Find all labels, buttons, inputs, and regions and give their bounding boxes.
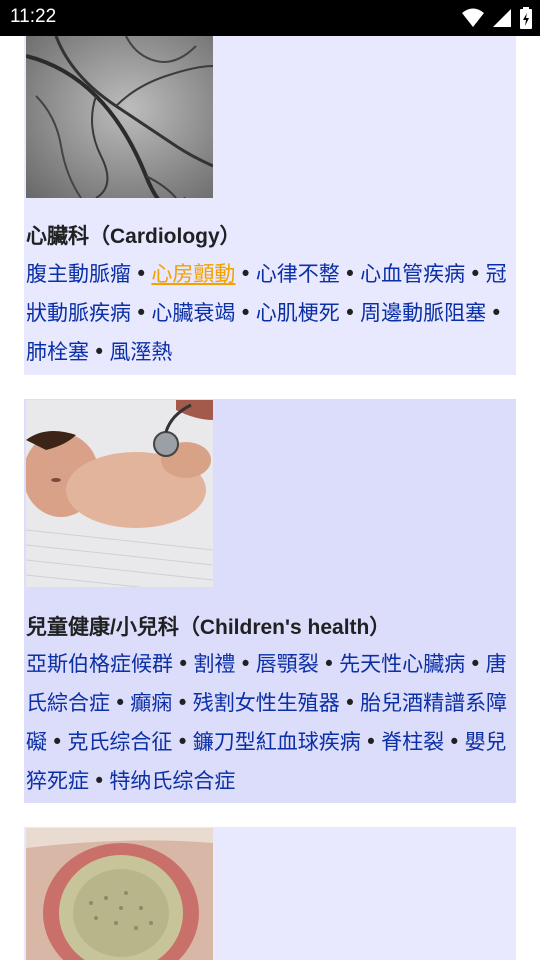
section-card-next bbox=[24, 827, 516, 960]
bullet-separator: • bbox=[490, 301, 503, 325]
bullet-separator: • bbox=[239, 262, 252, 286]
topic-link[interactable]: 亞斯伯格症候群 bbox=[26, 652, 173, 676]
topic-link[interactable]: 克氏综合征 bbox=[67, 730, 172, 754]
status-time: 11:22 bbox=[10, 6, 57, 27]
bullet-separator: • bbox=[51, 730, 64, 754]
bullet-separator: • bbox=[176, 730, 189, 754]
topic-link[interactable]: 鐮刀型紅血球疾病 bbox=[193, 730, 361, 754]
link-list: 腹主動脈瘤 • 心房顫動 • 心律不整 • 心血管疾病 • 冠狀動脈疾病 • 心臟衰竭 • 心肌梗死 • 周… bbox=[26, 255, 516, 372]
topic-link[interactable]: 脊柱裂 bbox=[381, 730, 444, 754]
bullet-separator: • bbox=[343, 691, 357, 715]
bullet-separator: • bbox=[239, 652, 252, 676]
topic-link[interactable]: 心血管疾病 bbox=[360, 262, 465, 286]
bullet-separator: • bbox=[343, 301, 357, 325]
topic-link[interactable]: 癲痫 bbox=[130, 691, 172, 715]
topic-link[interactable]: 肺栓塞 bbox=[26, 340, 89, 364]
coronary-angiogram-image[interactable] bbox=[26, 36, 213, 198]
topic-link[interactable]: 心房顫動 bbox=[151, 262, 235, 286]
bullet-separator: • bbox=[322, 652, 336, 676]
status-icons bbox=[462, 7, 532, 29]
bullet-separator: • bbox=[448, 730, 461, 754]
link-list: 亞斯伯格症候群 • 割禮 • 唇顎裂 • 先天性心臟病 • 唐氏綜合症 • 癲痫 • 残割女性生殖器 • 胎… bbox=[26, 645, 516, 801]
topic-link[interactable]: 特纳氏综合症 bbox=[109, 769, 235, 793]
bullet-separator: • bbox=[469, 262, 482, 286]
bullet-separator: • bbox=[343, 262, 357, 286]
topic-link[interactable]: 先天性心臟病 bbox=[339, 652, 465, 676]
topic-link[interactable]: 心律不整 bbox=[256, 262, 340, 286]
topic-link[interactable]: 心肌梗死 bbox=[256, 301, 340, 325]
topic-link[interactable]: 周邊動脈阻塞 bbox=[360, 301, 486, 325]
bullet-separator: • bbox=[177, 652, 190, 676]
status-bar: 11:22 bbox=[0, 0, 540, 36]
topic-link[interactable]: 唇顎裂 bbox=[256, 652, 319, 676]
battery-icon bbox=[520, 7, 532, 29]
bullet-separator: • bbox=[469, 652, 482, 676]
bullet-separator: • bbox=[135, 262, 148, 286]
topic-link[interactable]: 割禮 bbox=[193, 652, 235, 676]
topic-link[interactable]: 風溼熱 bbox=[109, 340, 172, 364]
signal-icon bbox=[493, 9, 511, 27]
section-title: 心臟科（Cardiology） bbox=[26, 225, 241, 248]
skin-condition-image[interactable] bbox=[26, 828, 213, 960]
bullet-separator: • bbox=[239, 301, 252, 325]
bullet-separator: • bbox=[135, 301, 148, 325]
section-title: 兒童健康/小兒科（Children's health） bbox=[26, 616, 391, 639]
topic-link[interactable]: 残割女性生殖器 bbox=[193, 691, 340, 715]
bullet-separator: • bbox=[176, 691, 189, 715]
bullet-separator: • bbox=[93, 769, 106, 793]
wifi-icon bbox=[462, 8, 484, 27]
section-card-childrens-health: 兒童健康/小兒科（Children's health） 亞斯伯格症候群 • 割禮 • 唇… bbox=[24, 399, 516, 803]
topic-link[interactable]: 腹主動脈瘤 bbox=[26, 262, 131, 286]
topic-link[interactable]: 心臟衰竭 bbox=[151, 301, 235, 325]
bullet-separator: • bbox=[364, 730, 378, 754]
bullet-separator: • bbox=[93, 340, 106, 364]
section-card-cardiology: 心臟科（Cardiology） 腹主動脈瘤 • 心房顫動 • 心律不整 • 心血管疾病 • 冠狀… bbox=[24, 36, 516, 375]
bullet-separator: • bbox=[114, 691, 127, 715]
infant-stethoscope-image[interactable] bbox=[26, 400, 213, 587]
